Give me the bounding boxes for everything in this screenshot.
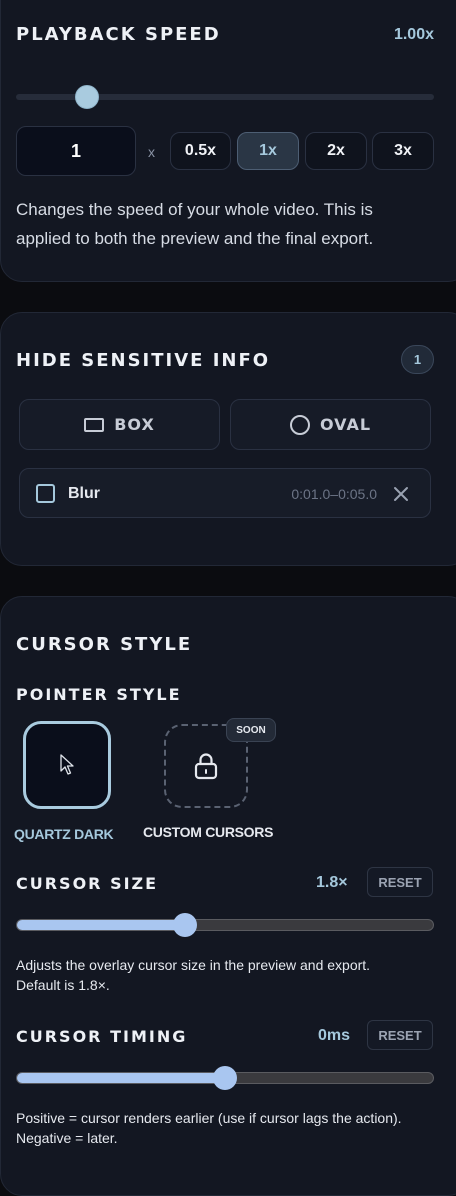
box-label: BOX [114,415,155,434]
cursor-size-value: 1.8× [316,874,348,891]
cursor-size-title: CURSOR SIZE [16,874,159,893]
quartz-dark-cursor-tile[interactable] [23,721,111,809]
sensitive-count-badge: 1 [401,345,434,374]
blur-label: Blur [68,485,100,502]
lock-icon [194,753,218,780]
circle-icon [289,414,310,435]
playback-speed-value: 1.00x [393,26,434,43]
playback-speed-slider-thumb[interactable] [75,85,100,109]
cursor-timing-slider-thumb[interactable] [213,1066,237,1090]
rectangle-icon [84,417,105,432]
close-icon[interactable] [392,485,410,503]
cursor-size-reset-button[interactable]: RESET [367,867,433,897]
quartz-dark-label: QUARTZ DARK [14,826,114,842]
playback-speed-title: PLAYBACK SPEED [16,24,221,45]
preset-1x-button[interactable]: 1x [237,132,299,170]
box-shape-button[interactable]: BOX [19,399,220,450]
custom-cursors-label: CUSTOM CURSORS [143,824,274,840]
preset-2x-button[interactable]: 2x [305,132,367,170]
cursor-style-title: CURSOR STYLE [16,634,193,655]
cursor-timing-help: Positive = cursor renders earlier (use i… [16,1110,402,1146]
cursor-size-slider[interactable] [16,919,434,931]
hide-sensitive-title: HIDE SENSITIVE INFO [16,350,271,371]
preset-3x-button[interactable]: 3x [372,132,434,170]
oval-shape-button[interactable]: OVAL [230,399,431,450]
oval-label: OVAL [319,415,372,434]
cursor-timing-slider-fill [17,1073,226,1083]
cursor-size-help: Adjusts the overlay cursor size in the p… [16,957,371,993]
pointer-style-title: POINTER STYLE [16,685,182,704]
soon-badge: SOON [226,718,276,742]
cursor-timing-title: CURSOR TIMING [16,1027,188,1046]
playback-description: Changes the speed of your whole video. T… [16,200,374,248]
times-label: x [148,144,155,160]
blur-checkbox[interactable] [36,484,55,503]
blur-time-range: 0:01.0–0:05.0 [291,486,377,502]
cursor-timing-reset-button[interactable]: RESET [367,1020,433,1050]
cursor-timing-value: 0ms [318,1027,351,1044]
speed-input[interactable]: 1 [16,126,136,176]
arrow-cursor-icon [60,754,74,775]
blur-region-row[interactable]: Blur 0:01.0–0:05.0 [19,468,431,518]
cursor-size-slider-fill [17,920,187,930]
preset-0-5x-button[interactable]: 0.5x [170,132,231,170]
